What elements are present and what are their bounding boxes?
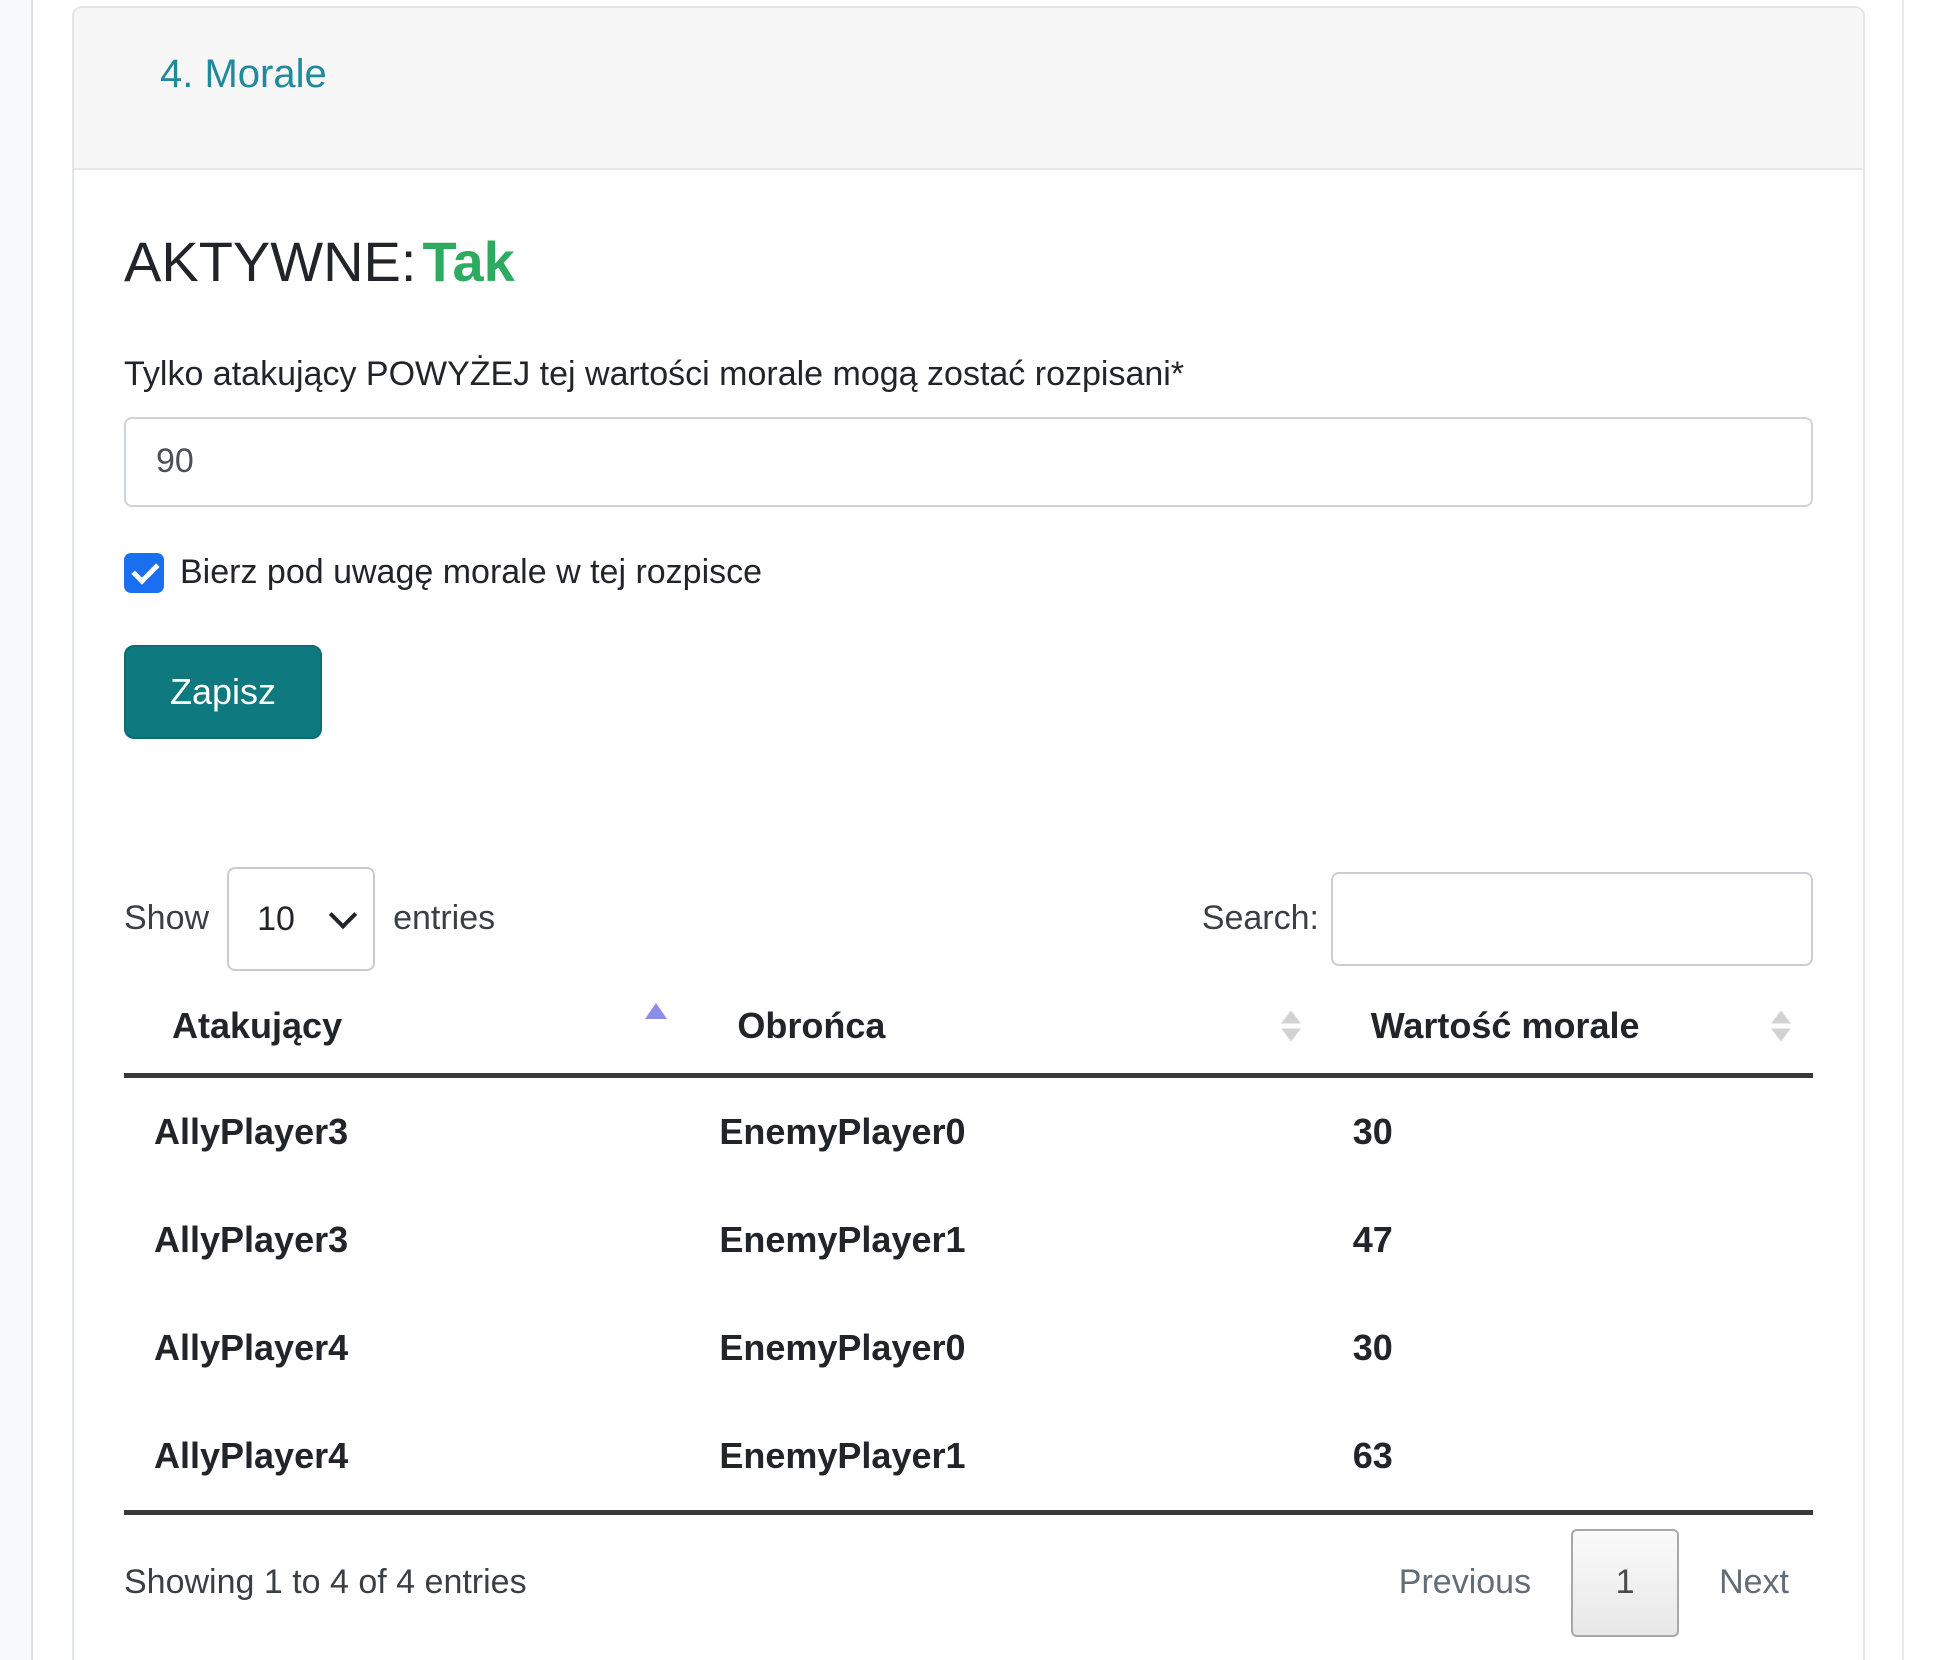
consider-morale-checkbox-label[interactable]: Bierz pod uwagę morale w tej rozpisce	[180, 553, 762, 592]
page: 4. Morale AKTYWNE:Tak Tylko atakujący PO…	[0, 0, 1954, 1660]
show-label: Show	[124, 899, 209, 938]
sort-ascending-icon	[645, 1003, 667, 1019]
next-page-button[interactable]: Next	[1719, 1563, 1789, 1602]
threshold-label: Tylko atakujący POWYŻEJ tej wartości mor…	[124, 354, 1813, 395]
entries-label: entries	[393, 899, 495, 938]
page-left-gutter	[0, 0, 33, 1660]
table-row: AllyPlayer3 EnemyPlayer1 47	[124, 1186, 1813, 1294]
morale-card: 4. Morale AKTYWNE:Tak Tylko atakujący PO…	[72, 6, 1865, 1660]
page-right-border	[1902, 0, 1904, 1660]
search-label: Search:	[1202, 899, 1319, 938]
pagination: Previous 1 Next	[1399, 1529, 1789, 1637]
active-status-heading: AKTYWNE:Tak	[124, 234, 1813, 290]
save-button[interactable]: Zapisz	[124, 645, 322, 739]
table-row: AllyPlayer4 EnemyPlayer1 63	[124, 1402, 1813, 1513]
column-header-defender[interactable]: Obrońca	[689, 979, 1322, 1076]
attacker-cell: AllyPlayer4	[124, 1402, 689, 1513]
page-length-select-wrap: 10	[227, 867, 375, 971]
morale-card-body: AKTYWNE:Tak Tylko atakujący POWYŻEJ tej …	[74, 234, 1863, 1637]
active-status-value: Tak	[422, 230, 514, 293]
active-status-label: AKTYWNE:	[124, 230, 416, 293]
attacker-cell: AllyPlayer4	[124, 1294, 689, 1402]
defender-cell: EnemyPlayer0	[689, 1075, 1322, 1186]
threshold-input[interactable]	[124, 417, 1813, 507]
search-control: Search:	[1202, 872, 1813, 966]
morale-table: Atakujący Obrońca Wartość morale	[124, 979, 1813, 1515]
column-header-attacker[interactable]: Atakujący	[124, 979, 689, 1076]
attacker-cell: AllyPlayer3	[124, 1186, 689, 1294]
defender-cell: EnemyPlayer0	[689, 1294, 1322, 1402]
table-header-row: Atakujący Obrońca Wartość morale	[124, 979, 1813, 1076]
previous-page-button[interactable]: Previous	[1399, 1563, 1531, 1602]
sort-unsorted-icon	[1771, 1010, 1791, 1041]
table-body: AllyPlayer3 EnemyPlayer0 30 AllyPlayer3 …	[124, 1075, 1813, 1512]
morale-value-cell: 47	[1323, 1186, 1813, 1294]
table-row: AllyPlayer4 EnemyPlayer0 30	[124, 1294, 1813, 1402]
table-head: Atakujący Obrońca Wartość morale	[124, 979, 1813, 1076]
attacker-cell: AllyPlayer3	[124, 1075, 689, 1186]
column-header-attacker-label: Atakujący	[172, 1005, 342, 1046]
defender-cell: EnemyPlayer1	[689, 1186, 1322, 1294]
column-header-defender-label: Obrońca	[737, 1005, 885, 1046]
morale-value-cell: 63	[1323, 1402, 1813, 1513]
datatable-controls: Show 10 entries Search:	[124, 867, 1813, 971]
column-header-morale-value[interactable]: Wartość morale	[1323, 979, 1813, 1076]
accordion-toggle-morale[interactable]: 4. Morale	[160, 52, 327, 96]
consider-morale-checkbox[interactable]	[124, 553, 164, 593]
page-length-select[interactable]: 10	[227, 867, 375, 971]
morale-card-header: 4. Morale	[74, 8, 1863, 170]
column-header-morale-value-label: Wartość morale	[1371, 1005, 1640, 1046]
morale-value-cell: 30	[1323, 1075, 1813, 1186]
defender-cell: EnemyPlayer1	[689, 1402, 1322, 1513]
table-row: AllyPlayer3 EnemyPlayer0 30	[124, 1075, 1813, 1186]
sort-unsorted-icon	[1281, 1010, 1301, 1041]
page-length-control: Show 10 entries	[124, 867, 495, 971]
search-input[interactable]	[1331, 872, 1813, 966]
current-page-button[interactable]: 1	[1571, 1529, 1679, 1637]
datatable-footer: Showing 1 to 4 of 4 entries Previous 1 N…	[124, 1529, 1813, 1637]
morale-value-cell: 30	[1323, 1294, 1813, 1402]
morale-checkbox-row: Bierz pod uwagę morale w tej rozpisce	[124, 553, 1813, 593]
table-info: Showing 1 to 4 of 4 entries	[124, 1563, 527, 1602]
